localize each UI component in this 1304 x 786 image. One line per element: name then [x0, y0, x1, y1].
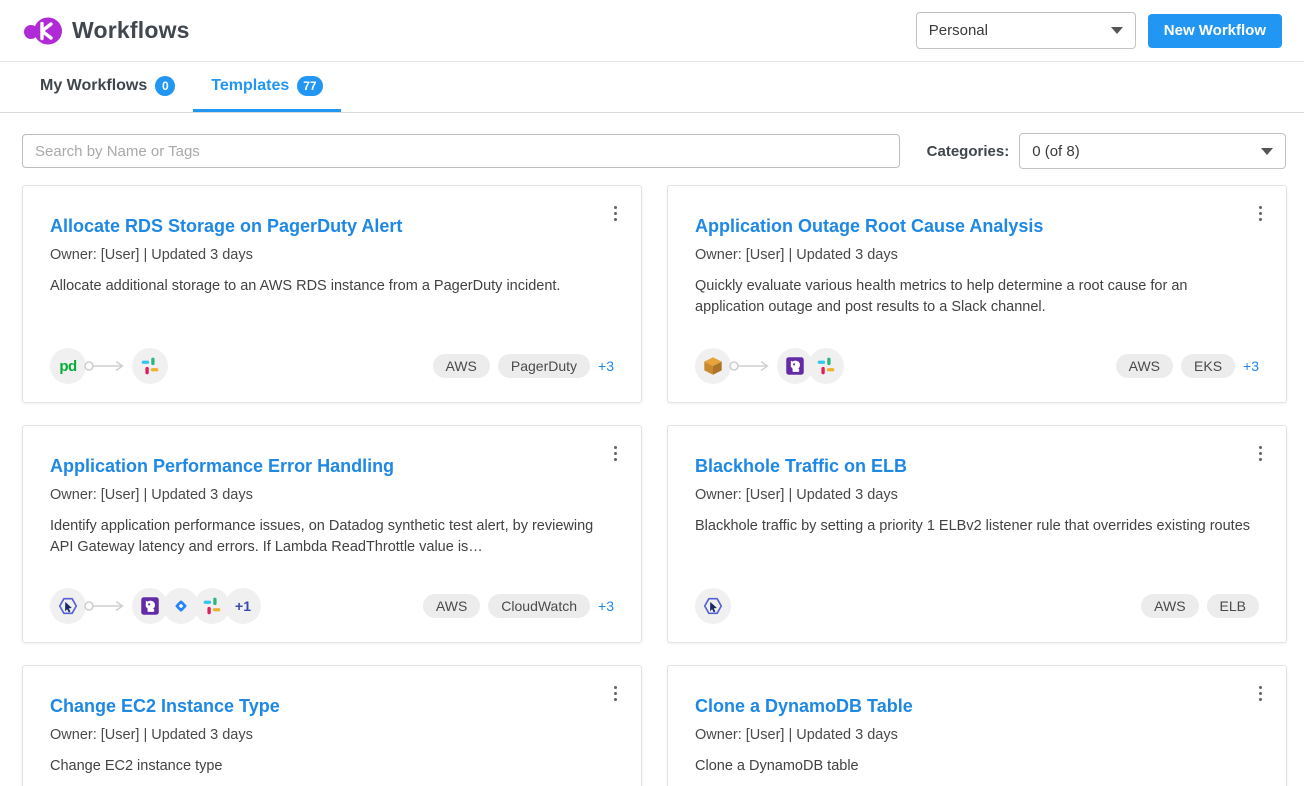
tag[interactable]: AWS [1141, 594, 1198, 618]
tag[interactable]: ELB [1207, 594, 1259, 618]
webhook-trigger-icon [50, 588, 86, 624]
card-menu-button[interactable] [1255, 202, 1266, 225]
workflow-title-link[interactable]: Application Outage Root Cause Analysis [695, 216, 1259, 238]
card-menu-button[interactable] [1255, 682, 1266, 705]
workflow-card: Clone a DynamoDB Table Owner: [User] | U… [667, 665, 1287, 786]
categories-dropdown-value: 0 (of 8) [1032, 143, 1080, 160]
workflow-title-link[interactable]: Blackhole Traffic on ELB [695, 456, 1259, 478]
tab-label: Templates [211, 77, 289, 95]
workflow-card: Application Outage Root Cause Analysis O… [667, 185, 1287, 403]
page-title: Workflows [72, 17, 190, 44]
pagerduty-icon: pd [50, 348, 86, 384]
workspace-dropdown[interactable]: Personal [916, 12, 1136, 49]
more-tags-link[interactable]: +3 [598, 598, 614, 614]
integration-icons: pd [50, 348, 168, 384]
workflow-title-link[interactable]: Clone a DynamoDB Table [695, 696, 1259, 718]
integration-icons [695, 348, 844, 384]
workflow-description: Clone a DynamoDB table [695, 756, 1259, 778]
new-workflow-button[interactable]: New Workflow [1148, 14, 1282, 48]
tag[interactable]: PagerDuty [498, 354, 590, 378]
workflow-meta: Owner: [User] | Updated 3 days [50, 247, 614, 263]
tag[interactable]: EKS [1181, 354, 1235, 378]
categories-dropdown[interactable]: 0 (of 8) [1019, 133, 1286, 169]
chevron-down-icon [1261, 148, 1273, 155]
tab-label: My Workflows [40, 77, 147, 95]
tag[interactable]: AWS [1116, 354, 1173, 378]
integration-icons: +1 [50, 588, 261, 624]
arrow-connector-icon [84, 359, 128, 373]
workflow-description: Change EC2 instance type [50, 756, 614, 778]
tag[interactable]: AWS [433, 354, 490, 378]
workflow-description: Identify application performance issues,… [50, 516, 614, 560]
workflow-title-link[interactable]: Allocate RDS Storage on PagerDuty Alert [50, 216, 614, 238]
workflow-meta: Owner: [User] | Updated 3 days [695, 247, 1259, 263]
workspace-dropdown-value: Personal [929, 22, 988, 39]
filter-bar: Categories: 0 (of 8) [0, 113, 1304, 169]
tag-list: AWS ELB [1141, 594, 1259, 618]
search-input[interactable] [22, 134, 900, 168]
workflow-description: Quickly evaluate various health metrics … [695, 276, 1259, 320]
workflow-meta: Owner: [User] | Updated 3 days [695, 727, 1259, 743]
arrow-connector-icon [84, 599, 128, 613]
page-header: Workflows Personal New Workflow [0, 0, 1304, 62]
arrow-connector-icon [729, 359, 773, 373]
workflow-meta: Owner: [User] | Updated 3 days [50, 487, 614, 503]
webhook-trigger-icon [695, 588, 731, 624]
tab-bar: My Workflows 0 Templates 77 [0, 62, 1304, 113]
tag-list: AWS CloudWatch +3 [423, 594, 614, 618]
workflow-description: Allocate additional storage to an AWS RD… [50, 276, 614, 298]
card-menu-button[interactable] [610, 202, 621, 225]
card-menu-button[interactable] [610, 442, 621, 465]
more-integrations-badge: +1 [225, 588, 261, 624]
card-menu-button[interactable] [1255, 442, 1266, 465]
chevron-down-icon [1111, 27, 1123, 34]
tab-templates[interactable]: Templates 77 [193, 62, 340, 112]
tab-count-badge: 0 [155, 76, 175, 96]
integration-icons [695, 588, 731, 624]
tab-my-workflows[interactable]: My Workflows 0 [22, 62, 193, 112]
workflow-card-grid: Allocate RDS Storage on PagerDuty Alert … [22, 185, 1287, 786]
tag-list: AWS PagerDuty +3 [433, 354, 615, 378]
more-tags-link[interactable]: +3 [598, 358, 614, 374]
tab-count-badge: 77 [297, 76, 322, 96]
more-tags-link[interactable]: +3 [1243, 358, 1259, 374]
workflow-card: Blackhole Traffic on ELB Owner: [User] |… [667, 425, 1287, 643]
brand-logo-icon [24, 13, 62, 49]
tag[interactable]: AWS [423, 594, 480, 618]
card-menu-button[interactable] [610, 682, 621, 705]
workflow-title-link[interactable]: Change EC2 Instance Type [50, 696, 614, 718]
workflow-meta: Owner: [User] | Updated 3 days [50, 727, 614, 743]
slack-icon [808, 348, 844, 384]
workflow-title-link[interactable]: Application Performance Error Handling [50, 456, 614, 478]
workflow-meta: Owner: [User] | Updated 3 days [695, 487, 1259, 503]
tag-list: AWS EKS +3 [1116, 354, 1259, 378]
slack-icon [132, 348, 168, 384]
workflow-card: Allocate RDS Storage on PagerDuty Alert … [22, 185, 642, 403]
workflow-card: Change EC2 Instance Type Owner: [User] |… [22, 665, 642, 786]
workflow-card: Application Performance Error Handling O… [22, 425, 642, 643]
workflow-description: Blackhole traffic by setting a priority … [695, 516, 1259, 538]
categories-label: Categories: [927, 143, 1010, 160]
tag[interactable]: CloudWatch [488, 594, 590, 618]
aws-icon [695, 348, 731, 384]
